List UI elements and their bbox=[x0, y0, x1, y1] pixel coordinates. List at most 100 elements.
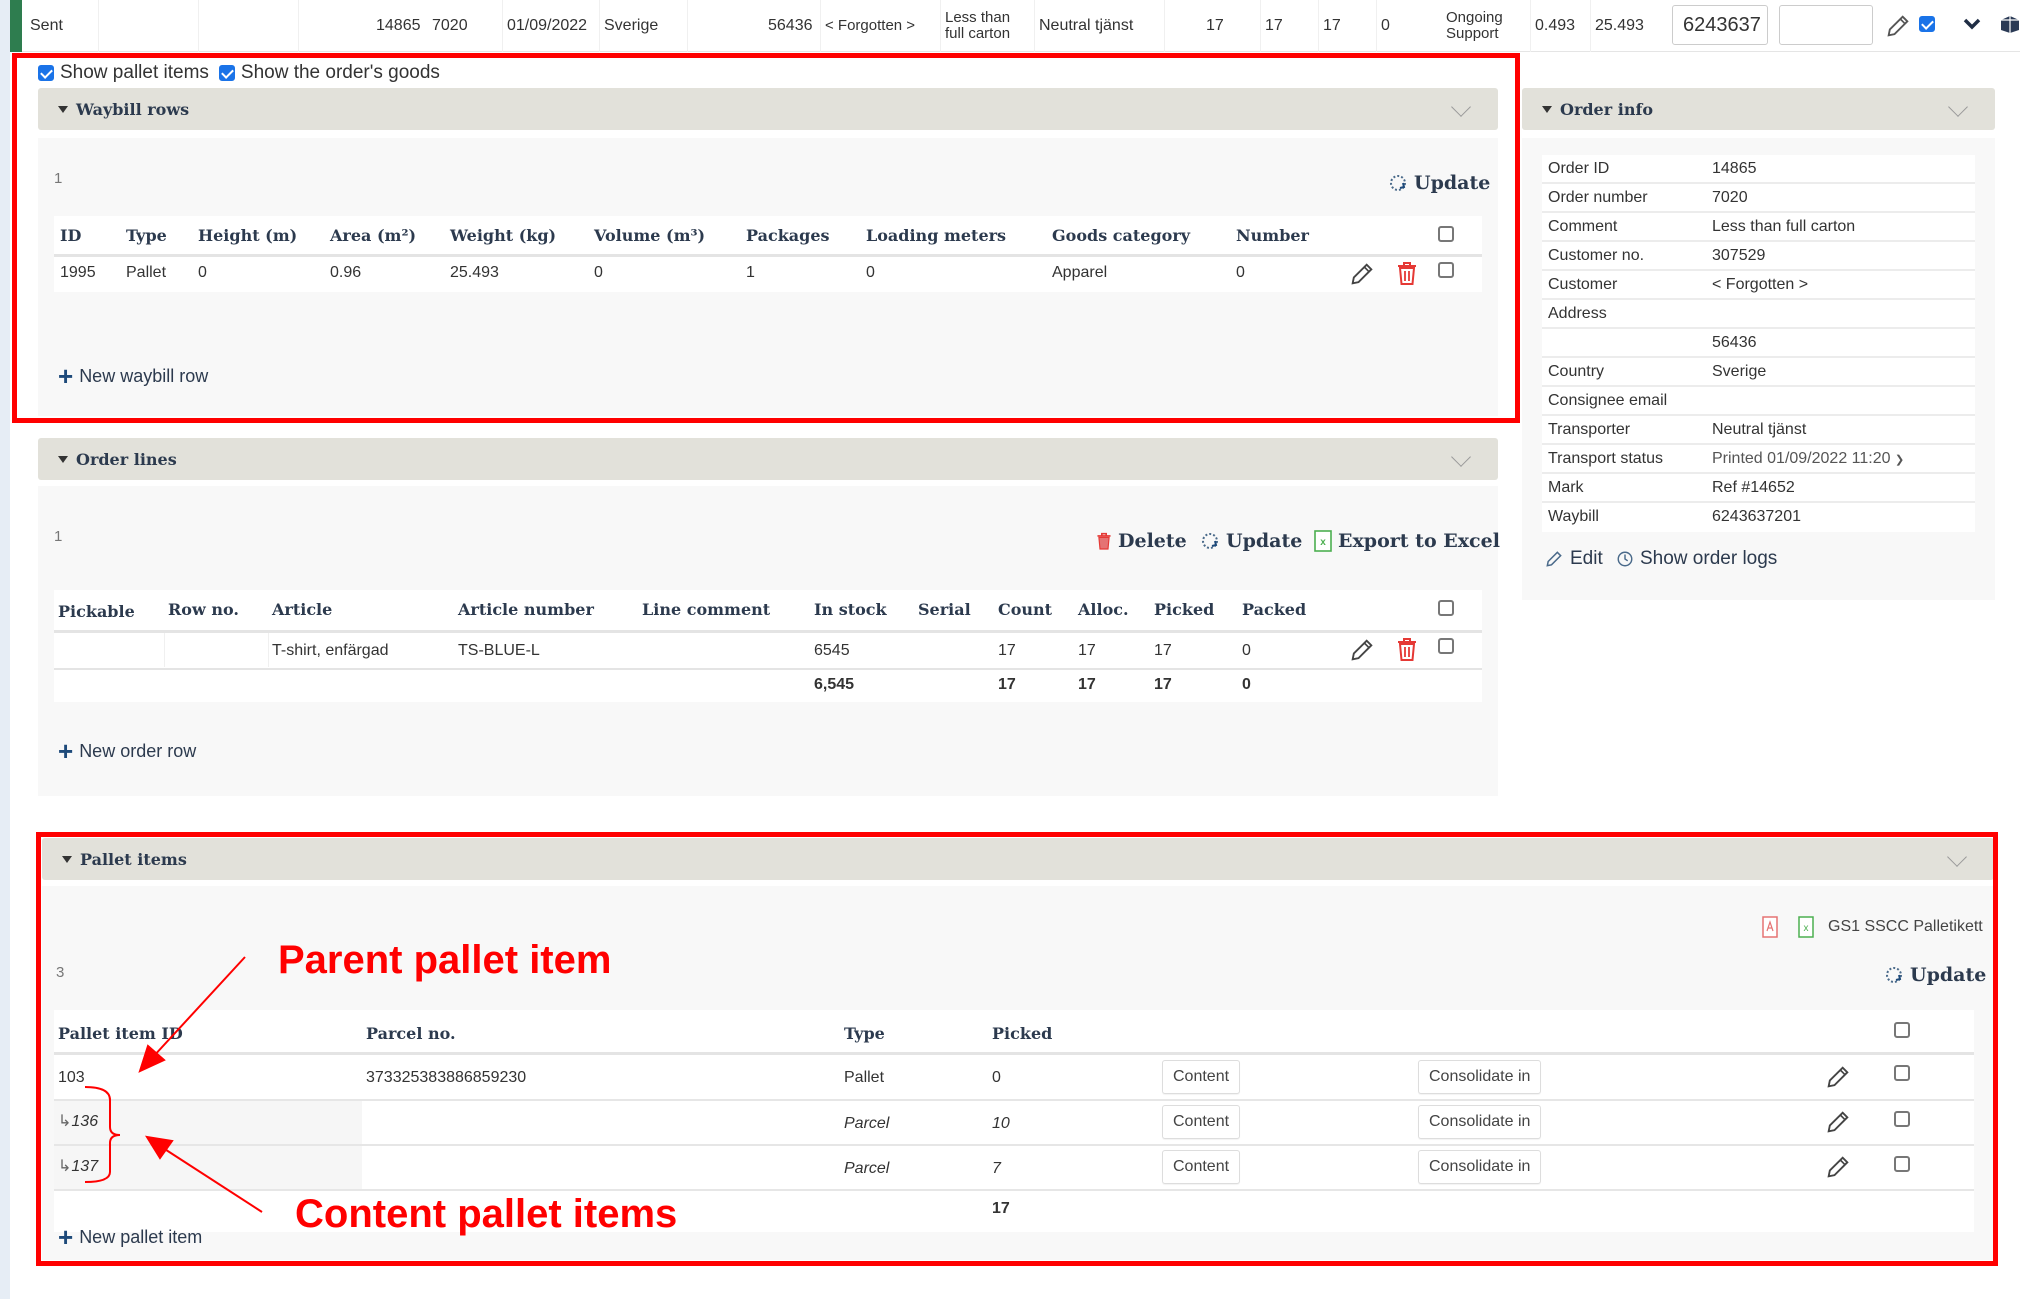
field-value: 6243637201 bbox=[1712, 508, 1801, 525]
delete-trash-icon[interactable] bbox=[1396, 260, 1420, 286]
delete-button[interactable]: Delete bbox=[1096, 530, 1187, 552]
edit-pencil-icon[interactable] bbox=[1824, 1063, 1852, 1091]
checkbox[interactable] bbox=[1438, 226, 1454, 242]
select-all-checkbox[interactable] bbox=[1438, 226, 1454, 247]
field-value: 14865 bbox=[1712, 160, 1757, 177]
extra-input[interactable] bbox=[1779, 5, 1873, 45]
order-info-header[interactable]: Order info bbox=[1522, 88, 1995, 130]
show-orders-goods-checkbox[interactable] bbox=[218, 65, 235, 81]
dropdown-chevron-icon[interactable]: ❯ bbox=[1895, 454, 1904, 466]
select-all-checkbox[interactable] bbox=[1438, 600, 1454, 621]
content-button[interactable]: Content bbox=[1162, 1060, 1241, 1094]
consolidate-in-button[interactable]: Consolidate in bbox=[1418, 1150, 1542, 1184]
col-header: Type bbox=[844, 1024, 885, 1043]
waybill-update-button[interactable]: Update bbox=[1388, 172, 1490, 194]
checkbox[interactable] bbox=[1438, 600, 1454, 616]
new-order-row-button[interactable]: + New order row bbox=[58, 738, 196, 764]
order-lines-header[interactable]: Order lines bbox=[38, 438, 1498, 480]
table-row-parent: 103 373325383886859230 Pallet 0 Content … bbox=[54, 1055, 1974, 1099]
cell-loading-meters: 0 bbox=[866, 264, 875, 281]
collapse-triangle-icon bbox=[58, 455, 68, 463]
table-row-child: ↳136 Parcel 10 Content Consolidate in bbox=[54, 1101, 1974, 1144]
order-info-row: Customer no. 307529 bbox=[1542, 242, 1975, 271]
pallet-items-header[interactable]: Pallet items bbox=[42, 838, 1994, 880]
label-report-link[interactable]: GS1 SSCC Palletikett bbox=[1828, 918, 1983, 936]
edit-pencil-icon[interactable] bbox=[1824, 1108, 1852, 1136]
edit-order-button[interactable]: Edit bbox=[1544, 548, 1603, 570]
field-label: Comment bbox=[1548, 218, 1618, 235]
field-label: Mark bbox=[1548, 479, 1584, 496]
edit-pencil-icon[interactable] bbox=[1348, 260, 1376, 288]
consolidate-in-button[interactable]: Consolidate in bbox=[1418, 1105, 1542, 1139]
order-lines-update-button[interactable]: Update bbox=[1200, 530, 1302, 552]
content-button[interactable]: Content bbox=[1162, 1105, 1241, 1139]
row-checkbox-checked[interactable] bbox=[1919, 16, 1935, 32]
cell-packed: 0 bbox=[1242, 642, 1251, 659]
order-list-row[interactable]: Sent 14865 7020 01/09/2022 Sverige 56436… bbox=[22, 0, 2020, 52]
show-pallet-items-label[interactable]: Show pallet items bbox=[60, 62, 209, 84]
checkbox[interactable] bbox=[1894, 1022, 1910, 1038]
delete-trash-icon[interactable] bbox=[1396, 636, 1420, 662]
order-lines-body: 1 Delete Update x Export to Excel Pickab… bbox=[38, 486, 1500, 796]
child-indent-cell bbox=[54, 1146, 362, 1189]
waybill-rows-header[interactable]: Waybill rows bbox=[38, 88, 1498, 130]
new-waybill-row-button[interactable]: + New waybill row bbox=[58, 363, 208, 389]
row-checkbox[interactable] bbox=[1894, 1156, 1910, 1177]
order-info-row: Order ID 14865 bbox=[1542, 155, 1975, 184]
checkbox[interactable] bbox=[1894, 1065, 1910, 1081]
new-pallet-item-button[interactable]: + New pallet item bbox=[58, 1224, 202, 1250]
edit-pencil-icon[interactable] bbox=[1884, 12, 1912, 40]
row-checkbox[interactable] bbox=[1894, 1111, 1910, 1132]
package-box-icon[interactable] bbox=[1998, 12, 2020, 36]
expand-chevron-icon[interactable] bbox=[1960, 12, 1984, 36]
show-pallet-items-checkbox[interactable] bbox=[38, 65, 54, 81]
excel-file-icon[interactable]: x bbox=[1798, 916, 1816, 938]
transport-status-dropdown[interactable]: Printed 01/09/2022 11:20 ❯ bbox=[1712, 450, 1904, 468]
pallet-items-title: Pallet items bbox=[80, 849, 187, 869]
row-divider bbox=[54, 1189, 1974, 1191]
cell-height: 0 bbox=[198, 264, 207, 281]
excel-file-icon: x bbox=[1314, 530, 1332, 552]
show-orders-goods-label[interactable]: Show the order's goods bbox=[241, 62, 440, 84]
col-header: Weight (kg) bbox=[450, 226, 557, 245]
checkbox[interactable] bbox=[1438, 262, 1454, 278]
order-info-row: Comment Less than full carton bbox=[1542, 213, 1975, 242]
warehouse-line-2: Support bbox=[1446, 25, 1499, 42]
row-checkbox[interactable] bbox=[1438, 262, 1454, 283]
col-header: ID bbox=[60, 226, 82, 245]
pdf-file-icon[interactable] bbox=[1762, 916, 1780, 938]
cell-pallet-item-id: ↳137 bbox=[58, 1156, 98, 1176]
checkbox[interactable] bbox=[1894, 1111, 1910, 1127]
cell-article: T-shirt, enfärgad bbox=[272, 642, 389, 659]
order-info-title: Order info bbox=[1560, 99, 1653, 119]
export-excel-button[interactable]: x Export to Excel bbox=[1314, 530, 1500, 552]
row-checkbox[interactable] bbox=[1438, 638, 1454, 659]
checkbox[interactable] bbox=[1438, 638, 1454, 654]
volume-cell: 0.493 bbox=[1530, 0, 1590, 52]
content-button[interactable]: Content bbox=[1162, 1150, 1241, 1184]
refresh-icon bbox=[1202, 533, 1218, 549]
consolidate-in-button[interactable]: Consolidate in bbox=[1418, 1060, 1542, 1094]
edit-pencil-icon[interactable] bbox=[1824, 1153, 1852, 1181]
cell-type: Parcel bbox=[844, 1115, 890, 1132]
row-select-checkbox[interactable] bbox=[1919, 16, 1935, 37]
checkbox[interactable] bbox=[1894, 1156, 1910, 1172]
new-order-row-label: New order row bbox=[79, 740, 197, 761]
display-options: Show pallet items Show the order's goods bbox=[38, 62, 440, 84]
total-alloc: 17 bbox=[1078, 676, 1096, 693]
order-info-row: Order number 7020 bbox=[1542, 184, 1975, 213]
select-all-checkbox[interactable] bbox=[1894, 1022, 1910, 1043]
waybill-input[interactable]: 6243637 bbox=[1672, 5, 1768, 45]
field-value: 307529 bbox=[1712, 247, 1766, 264]
show-order-logs-button[interactable]: Show order logs bbox=[1616, 548, 1777, 570]
chevron-down-icon[interactable] bbox=[1451, 97, 1471, 117]
col-header: Type bbox=[126, 226, 167, 245]
edit-pencil-icon[interactable] bbox=[1348, 636, 1376, 664]
chevron-down-icon[interactable] bbox=[1947, 847, 1967, 867]
pallet-items-update-button[interactable]: Update bbox=[1884, 964, 1986, 986]
cell-picked: 0 bbox=[992, 1069, 1001, 1086]
row-checkbox[interactable] bbox=[1894, 1065, 1910, 1086]
delete-label: Delete bbox=[1118, 530, 1187, 552]
chevron-down-icon[interactable] bbox=[1948, 97, 1968, 117]
chevron-down-icon[interactable] bbox=[1451, 447, 1471, 467]
